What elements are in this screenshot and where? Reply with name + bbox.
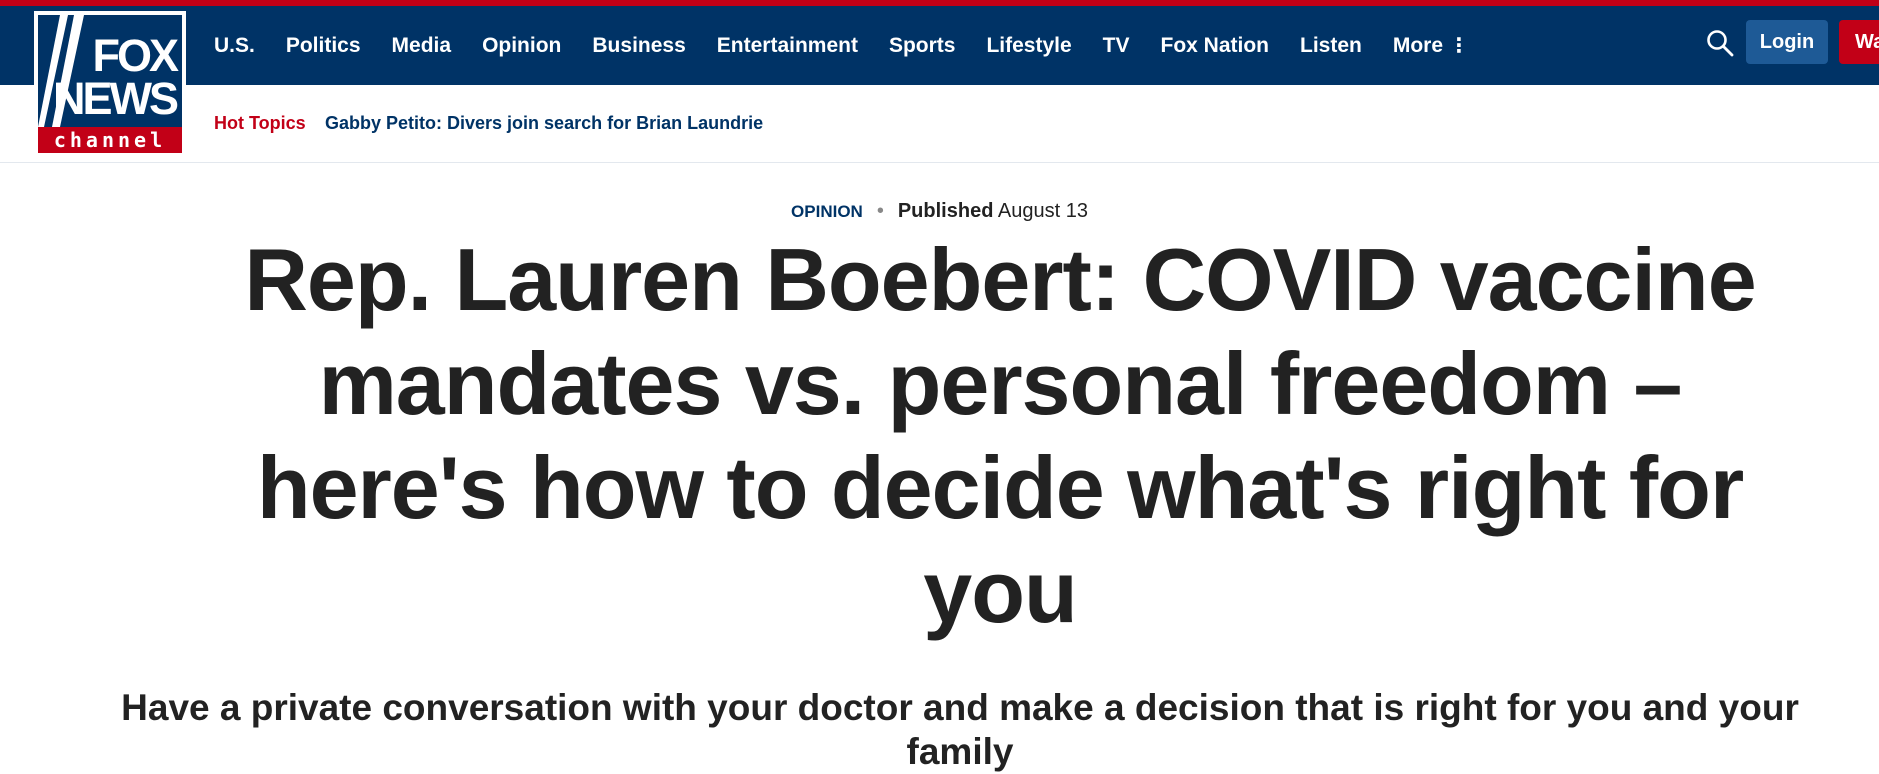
fox-news-logo[interactable]: FOX NEWS channel [34,11,186,157]
nav-item-opinion[interactable]: Opinion [482,34,561,58]
primary-nav: U.S. Politics Media Opinion Business Ent… [214,6,1500,85]
vertical-dots-icon: ⋮ [1449,35,1470,57]
logo-fox-text: FOX [92,30,178,81]
article-subheadline: Have a private conversation with your do… [121,687,1799,772]
article-meta: OPINION • Published August 13 [0,200,1879,223]
published-date: August 13 [997,200,1088,222]
nav-item-sports[interactable]: Sports [889,34,956,58]
hot-topics-label: Hot Topics [214,113,306,133]
logo-news-text: NEWS [53,73,179,124]
published-label: Published [897,200,994,222]
article-category[interactable]: OPINION [791,202,863,221]
logo-channel-text: channel [38,127,182,153]
meta-separator: • [876,200,884,222]
nav-item-entertainment[interactable]: Entertainment [717,34,858,58]
nav-item-media[interactable]: Media [392,34,452,58]
nav-item-politics[interactable]: Politics [286,34,361,58]
hot-topics-bar: Hot Topics Gabby Petito: Divers join sea… [0,85,1879,163]
nav-item-us[interactable]: U.S. [214,34,255,58]
article-headline: Rep. Lauren Boebert: COVID vaccine manda… [244,230,1756,641]
search-icon[interactable] [1705,28,1735,58]
login-button[interactable]: Login [1746,20,1828,64]
nav-item-lifestyle[interactable]: Lifestyle [986,34,1071,58]
nav-item-more[interactable]: More ⋮ [1393,33,1469,58]
nav-item-tv[interactable]: TV [1103,34,1130,58]
nav-item-business[interactable]: Business [592,34,685,58]
watch-button[interactable]: Wa [1839,20,1879,64]
nav-item-listen[interactable]: Listen [1300,34,1362,58]
search-icon-glyph [1707,30,1734,57]
hot-topic-link[interactable]: Gabby Petito: Divers join search for Bri… [325,113,763,134]
logo-badge: FOX NEWS channel [38,15,182,153]
nav-item-fox-nation[interactable]: Fox Nation [1161,34,1270,58]
more-label: More [1392,34,1444,57]
